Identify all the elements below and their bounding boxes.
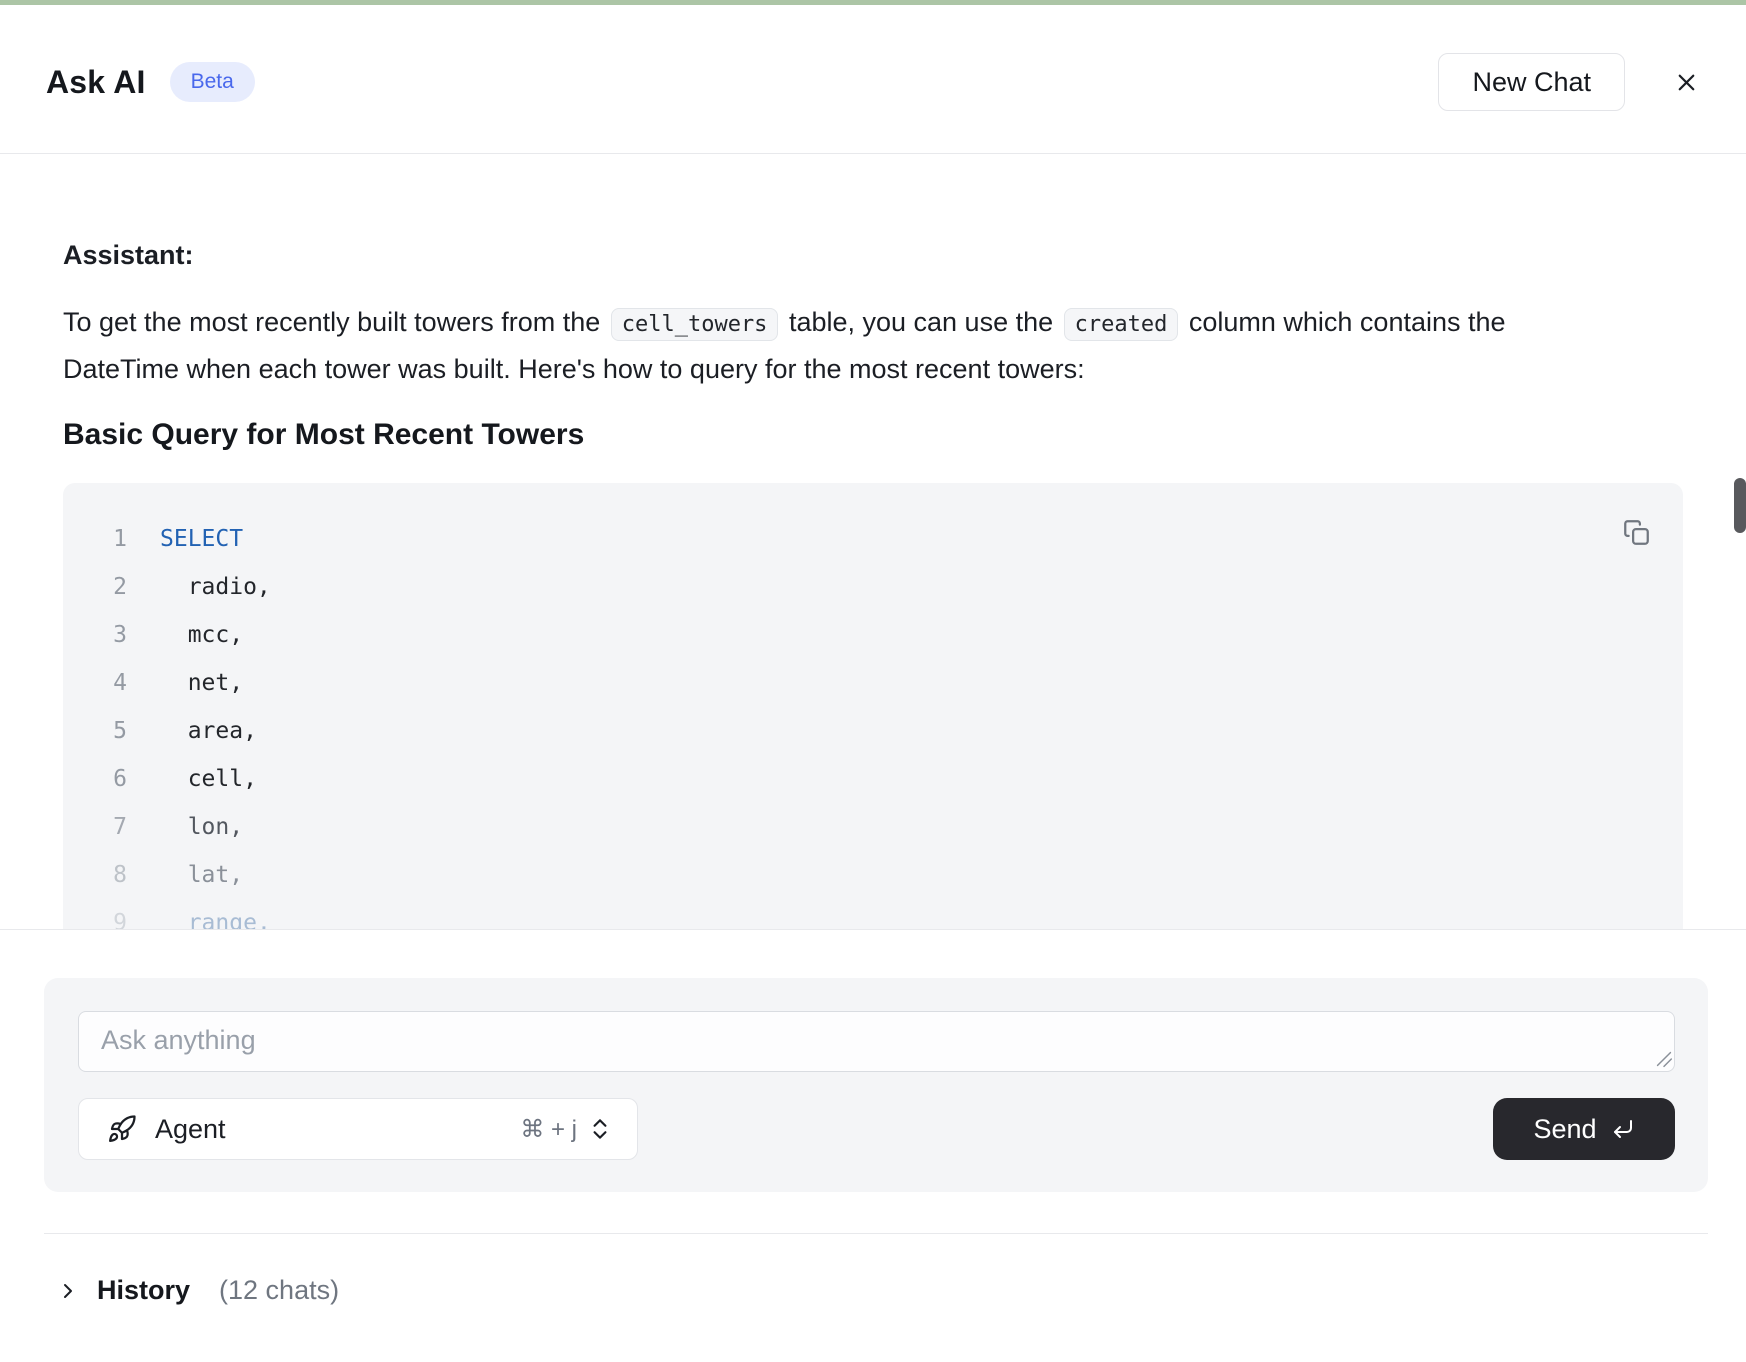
line-number: 9 [103,899,127,930]
chevrons-up-down-icon [587,1116,613,1142]
code-text: area, [160,707,257,755]
assistant-role-label: Assistant: [63,233,194,277]
code-text: range, [160,899,271,930]
code-line: 6 cell, [63,755,1683,803]
code-text: net, [160,659,243,707]
title-row: Ask AI Beta [46,62,255,102]
history-toggle[interactable]: History (12 chats) [56,1275,339,1306]
code-text: lat, [160,851,243,899]
history-count: (12 chats) [219,1275,339,1306]
send-button[interactable]: Send [1493,1098,1675,1160]
line-number: 5 [103,707,127,755]
assistant-paragraph: To get the most recently built towers fr… [63,300,1683,391]
close-button[interactable] [1673,69,1700,96]
chat-message-area: Assistant: To get the most recently buil… [0,155,1746,930]
code-text: lon, [160,803,243,851]
rocket-icon [107,1114,137,1144]
page-title: Ask AI [46,64,146,101]
code-text: mcc, [160,611,243,659]
code-text: SELECT [160,515,243,563]
code-line: 7 lon, [63,803,1683,851]
line-number: 6 [103,755,127,803]
header-actions: New Chat [1438,53,1700,111]
line-number: 2 [103,563,127,611]
code-line: 2 radio, [63,563,1683,611]
copy-code-button[interactable] [1623,519,1650,546]
code-text: cell, [160,755,257,803]
scrollbar-thumb[interactable] [1734,478,1746,533]
mode-selector-agent[interactable]: Agent ⌘ + j [78,1098,638,1160]
paragraph-line: To get the most recently built towers fr… [63,300,1683,347]
code-line: 9 range, [63,899,1683,930]
history-divider [44,1233,1708,1234]
code-line: 4 net, [63,659,1683,707]
code-line: 3 mcc, [63,611,1683,659]
beta-badge: Beta [170,62,255,102]
send-label: Send [1533,1114,1596,1145]
history-label: History [97,1275,190,1306]
code-text: radio, [160,563,271,611]
mode-label: Agent [155,1114,226,1145]
chevron-right-icon [56,1279,80,1303]
header: Ask AI Beta New Chat [0,5,1746,154]
line-number: 4 [103,659,127,707]
inline-code: cell_towers [611,308,779,341]
line-number: 3 [103,611,127,659]
keyboard-shortcut: ⌘ + j [520,1115,577,1144]
line-number: 1 [103,515,127,563]
code-line: 5 area, [63,707,1683,755]
paragraph-line: DateTime when each tower was built. Here… [63,347,1683,391]
line-number: 7 [103,803,127,851]
close-icon [1673,69,1700,96]
code-line: 1 SELECT [63,515,1683,563]
line-number: 8 [103,851,127,899]
ask-ai-panel: Ask AI Beta New Chat Assistant: To get t… [0,0,1746,1362]
sql-code-block: 1SELECT2 radio,3 mcc,4 net,5 area,6 cell… [63,483,1683,930]
copy-icon [1623,519,1650,546]
new-chat-button[interactable]: New Chat [1438,53,1625,111]
ask-input[interactable] [78,1011,1675,1072]
return-icon [1611,1117,1635,1141]
inline-code: created [1064,308,1179,341]
code-line: 8 lat, [63,851,1683,899]
composer-panel: Agent ⌘ + j Send [44,978,1708,1192]
mode-selector-right: ⌘ + j [520,1115,613,1144]
section-heading: Basic Query for Most Recent Towers [63,413,584,457]
code-lines: 1SELECT2 radio,3 mcc,4 net,5 area,6 cell… [63,515,1683,930]
